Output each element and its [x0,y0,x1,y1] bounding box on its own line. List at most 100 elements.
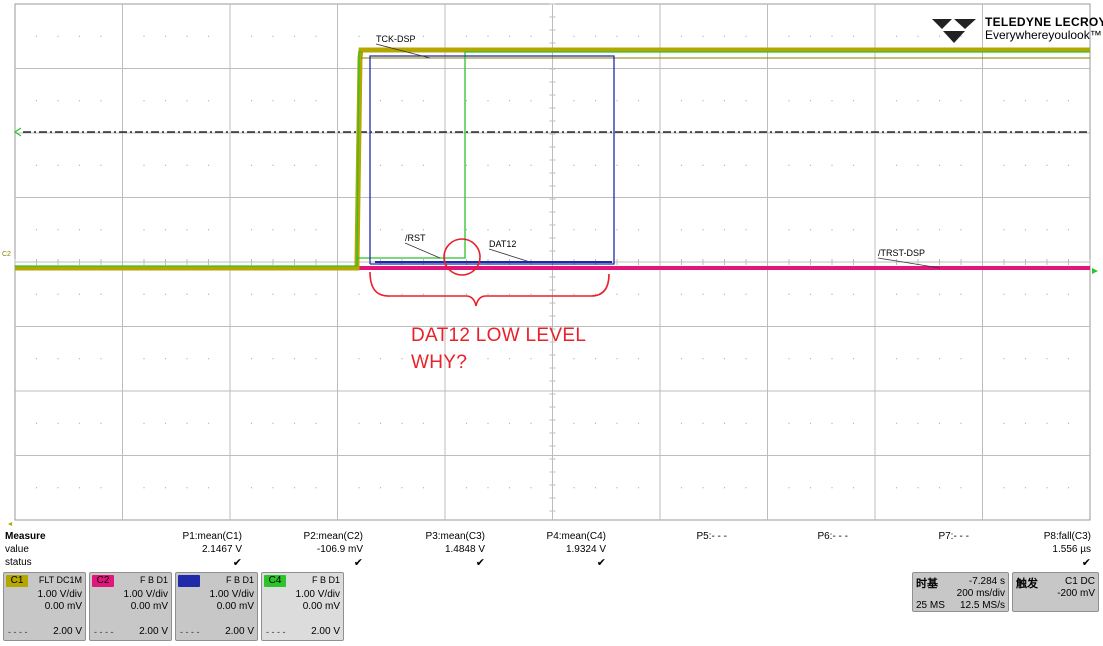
channel-scale: 2.00 V [53,626,82,637]
grid-minor-dot [1024,164,1027,166]
grid-minor-dot [702,358,704,360]
channel-vdiv: 1.00 V/div [123,589,168,600]
grid-minor-dot [594,100,597,102]
grid-minor-dot [809,358,812,360]
grid-minor-dot [723,100,726,102]
grid-minor-dot [358,422,360,424]
param-name: P1:mean(C1) [182,531,242,542]
grid-minor-dot [35,164,38,166]
grid-minor-dot [315,358,317,360]
grid-minor-dot [917,487,919,489]
right-marker-arrow-icon [1092,268,1098,274]
timebase-delay: -7.284 s [968,576,1005,587]
grid-minor-dot [508,164,511,166]
grid-minor-dot [57,164,59,166]
grid-minor-dot [1024,358,1027,360]
lecroy-logo-mark-icon [932,19,976,43]
grid-minor-dot [164,487,167,489]
grid-minor-dot [530,358,532,360]
grid-minor-dot [852,100,855,102]
timebase-box[interactable]: 时基 -7.284 s 200 ms/div 25 MS 12.5 MS/s [912,572,1009,612]
grid-minor-dot [616,422,618,424]
grid-minor-dot [831,422,833,424]
channel-tag: C1 [6,575,28,587]
grid-minor-dot [1067,100,1070,102]
grid-minor-dot [508,422,511,424]
grid-minor-dot [164,164,167,166]
grid-minor-dot [831,164,833,166]
grid-minor-dot [293,293,296,295]
grid-minor-dot [809,100,812,102]
measure-title: Measure [5,531,46,542]
channel-vdiv: 1.00 V/div [37,589,82,600]
grid-minor-dot [1046,293,1048,295]
channel-coupling: F B D1 [311,575,340,585]
grid-minor-dot [487,487,489,489]
grid-minor-dot [723,229,726,231]
grid-minor-dot [250,35,253,37]
grid-minor-dot [100,422,102,424]
channel-box-c2[interactable]: C2 F B D1 1.00 V/div 0.00 mV - - - - 2.0… [89,572,172,641]
grid-minor-dot [57,229,59,231]
grid-minor-dot [164,35,167,37]
grid-minor-dot [207,164,210,166]
grid-minor-dot [723,35,726,37]
grid-minor-dot [831,487,833,489]
grid-minor-dot [186,35,188,37]
grid-minor-dot [616,100,618,102]
grid-minor-dot [250,100,253,102]
param-value: 1.4848 V [444,544,485,555]
grid-minor-dot [1003,100,1005,102]
grid-minor-dot [35,293,38,295]
grid-minor-dot [573,487,575,489]
param-status-check-icon: ✔ [232,557,242,569]
grid-minor-dot [487,293,489,295]
grid-minor-dot [1024,487,1027,489]
grid-minor-dot [293,35,296,37]
trigger-box[interactable]: 触发 C1 DC -200 mV [1012,572,1099,612]
grid-minor-dot [938,487,941,489]
channel-box-c1[interactable]: C1 FLT DC1M 1.00 V/div 0.00 mV - - - - 2… [3,572,86,641]
grid-minor-dot [616,229,618,231]
grid-minor-dot [315,100,317,102]
channel-offset: 0.00 mV [44,601,82,612]
grid-minor-dot [809,229,812,231]
grid-minor-dot [315,487,317,489]
grid-minor-dot [1024,293,1027,295]
grid-minor-dot [680,164,683,166]
grid-minor-dot [680,358,683,360]
grid-minor-dot [508,100,511,102]
grid-minor-dot [1003,164,1005,166]
channel-box-c4[interactable]: C4 F B D1 1.00 V/div 0.00 mV - - - - 2.0… [261,572,344,641]
grid-minor-dot [57,422,59,424]
grid-minor-dot [895,293,898,295]
channel-dash: - - - - [8,627,28,637]
grid-minor-dot [465,35,468,37]
grid-minor-dot [186,487,188,489]
grid-minor-dot [960,100,962,102]
grid-minor-dot [508,35,511,37]
param-value: 2.1467 V [201,544,242,555]
grid-minor-dot [917,35,919,37]
grid-minor-dot [1067,358,1070,360]
channel-vdiv: 1.00 V/div [295,589,340,600]
channel-box-c3[interactable]: C3 F B D1 1.00 V/div 0.00 mV - - - - 2.0… [175,572,258,641]
grid-minor-dot [938,422,941,424]
grid-minor-dot [422,35,425,37]
grid-minor-dot [465,229,468,231]
grid-minor-dot [723,293,726,295]
channel-coupling: F B D1 [139,575,168,585]
grid-minor-dot [465,422,468,424]
channel-tag: C4 [264,575,286,587]
grid-minor-dot [100,35,102,37]
grid-minor-dot [100,358,102,360]
grid-minor-dot [1024,229,1027,231]
grid-minor-dot [852,293,855,295]
grid-minor-dot [465,164,468,166]
trace-label-tck-dsp: TCK-DSP [376,34,416,44]
param-value: 1.556 µs [1052,544,1091,555]
grid-minor-dot [917,229,919,231]
grid-minor-dot [207,293,210,295]
grid-minor-dot [745,358,747,360]
waveform-display[interactable] [0,0,1103,528]
